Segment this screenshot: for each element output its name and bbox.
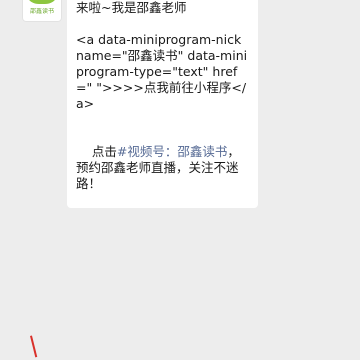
- message-code-text: <a data-miniprogram-nickname="邵鑫读书" data…: [76, 32, 248, 111]
- channel-link[interactable]: #视频号：邵鑫读书: [117, 144, 227, 159]
- message-intro-text: 来啦~我是邵鑫老师: [76, 0, 187, 15]
- brand-logo: [28, 0, 56, 4]
- message-cta: 点击#视频号：邵鑫读书，预约邵鑫老师直播，关注不迷路！: [76, 128, 249, 208]
- sender-avatar[interactable]: 邵鑫读书: [22, 0, 62, 22]
- chat-message-bubble[interactable]: 来啦~我是邵鑫老师 <a data-miniprogram-nickname="…: [67, 0, 258, 208]
- avatar-label: 邵鑫读书: [29, 8, 54, 15]
- annotation-mark: [30, 335, 38, 358]
- cta-prefix-text: 点击: [91, 144, 117, 159]
